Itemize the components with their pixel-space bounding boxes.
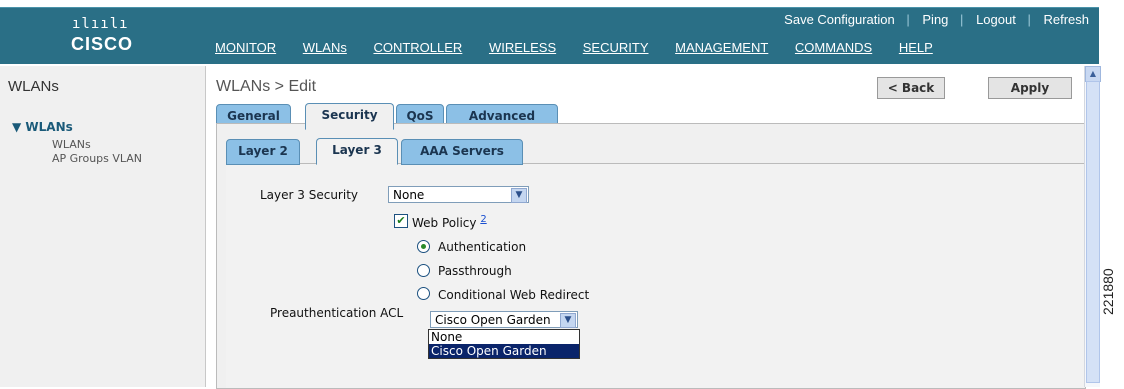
preauth-acl-label: Preauthentication ACL [270, 306, 404, 320]
chevron-down-icon: ▼ [511, 188, 527, 203]
page-title: WLANs > Edit [216, 78, 317, 95]
preauth-acl-value: Cisco Open Garden [435, 313, 551, 327]
sidebar-item-ap-groups-vlan[interactable]: AP Groups VLAN [52, 152, 142, 165]
dropdown-option-none[interactable]: None [429, 330, 579, 344]
sidebar-group-label: WLANs [25, 120, 73, 134]
divider: | [1027, 12, 1031, 27]
radio-authentication[interactable] [417, 240, 430, 253]
sidebar-group-wlans[interactable]: ▼ WLANs [12, 120, 73, 134]
controller-window: ılıılı CISCO Save Configuration | Ping |… [0, 0, 1124, 389]
nav-controller[interactable]: CONTROLLER [373, 40, 462, 55]
radio-conditional-web-redirect[interactable] [417, 287, 430, 300]
layer3-security-select[interactable]: None ▼ [388, 186, 529, 203]
logo-word: CISCO [71, 34, 134, 54]
web-policy-checkbox[interactable]: ✔ [394, 214, 408, 228]
chevron-down-icon: ▼ [560, 313, 576, 328]
layer3-security-label: Layer 3 Security [260, 188, 358, 202]
divider: | [906, 12, 910, 27]
nav-monitor[interactable]: MONITOR [215, 40, 276, 55]
web-policy-label: Web Policy 2 [412, 214, 487, 230]
subtab-layer2[interactable]: Layer 2 [226, 139, 300, 165]
header: ılıılı CISCO Save Configuration | Ping |… [0, 0, 1099, 65]
triangle-down-icon: ▼ [12, 120, 22, 134]
save-configuration-link[interactable]: Save Configuration [784, 12, 895, 27]
ping-link[interactable]: Ping [922, 12, 948, 27]
logout-link[interactable]: Logout [976, 12, 1016, 27]
scroll-up-icon[interactable]: ▲ [1085, 66, 1101, 82]
apply-button[interactable]: Apply [988, 77, 1072, 99]
footnote-link[interactable]: 2 [480, 214, 486, 225]
top-links: Save Configuration | Ping | Logout | Ref… [775, 12, 1089, 27]
nav-commands[interactable]: COMMANDS [795, 40, 872, 55]
nav-wlans[interactable]: WLANs [303, 40, 347, 55]
nav-management[interactable]: MANAGEMENT [675, 40, 768, 55]
nav-wireless[interactable]: WIRELESS [489, 40, 556, 55]
main-nav: MONITOR WLANs CONTROLLER WIRELESS SECURI… [215, 40, 956, 55]
scrollbar[interactable]: ▲ [1084, 66, 1101, 387]
back-button[interactable]: < Back [877, 77, 945, 99]
layer3-security-value: None [393, 188, 425, 202]
nav-security[interactable]: SECURITY [583, 40, 649, 55]
preauth-acl-select[interactable]: Cisco Open Garden ▼ [430, 311, 578, 328]
scroll-thumb[interactable] [1086, 81, 1100, 383]
radio-conditional-label: Conditional Web Redirect [438, 288, 590, 302]
subtab-layer3[interactable]: Layer 3 [316, 138, 398, 165]
radio-passthrough-label: Passthrough [438, 264, 512, 278]
radio-authentication-label: Authentication [438, 240, 527, 254]
subtab-aaa-servers[interactable]: AAA Servers [401, 139, 523, 165]
sidebar-title: WLANs [8, 78, 59, 95]
cisco-logo: ılıılı CISCO [24, 12, 134, 58]
preauth-acl-dropdown: None Cisco Open Garden [428, 329, 580, 359]
tab-security[interactable]: Security [305, 103, 394, 130]
refresh-link[interactable]: Refresh [1043, 12, 1089, 27]
sidebar-item-wlans[interactable]: WLANs [52, 138, 91, 151]
main-content: WLANs > Edit < Back Apply General Securi… [206, 66, 1086, 389]
divider: | [960, 12, 964, 27]
logo-bars: ılıılı [72, 16, 129, 32]
dropdown-option-cisco-open-garden[interactable]: Cisco Open Garden [429, 344, 579, 358]
figure-number: 221880 [1100, 268, 1116, 315]
checkmark-icon: ✔ [396, 214, 406, 227]
web-policy-text: Web Policy [412, 216, 477, 230]
radio-passthrough[interactable] [417, 264, 430, 277]
nav-help[interactable]: HELP [899, 40, 933, 55]
sidebar: WLANs ▼ WLANs WLANs AP Groups VLAN [0, 66, 206, 387]
